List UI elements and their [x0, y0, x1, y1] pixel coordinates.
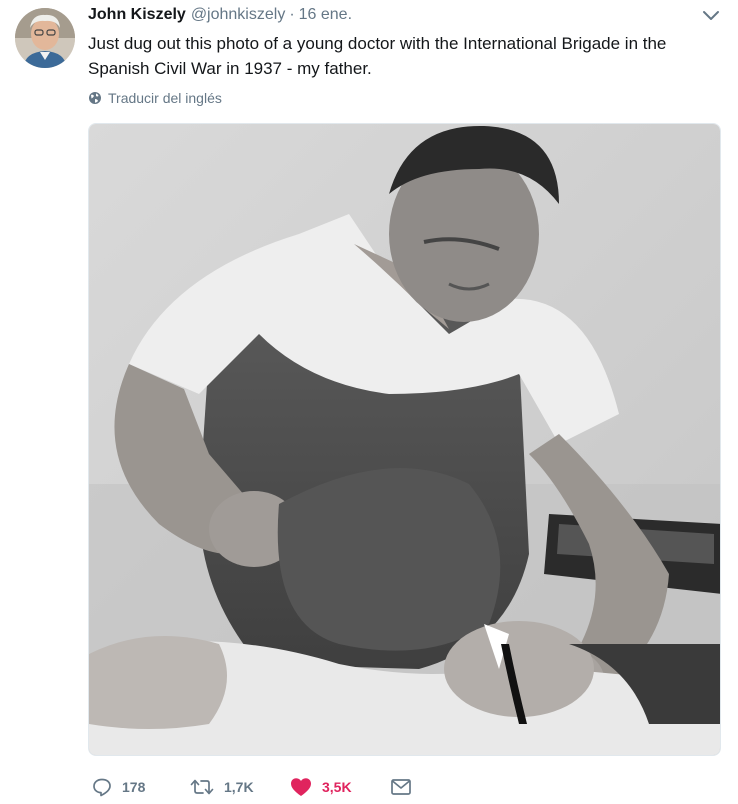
envelope-icon	[391, 779, 411, 795]
translate-label: Traducir del inglés	[108, 90, 222, 106]
chevron-down-icon[interactable]	[700, 8, 722, 24]
retweet-count: 1,7K	[224, 779, 254, 795]
avatar[interactable]	[15, 8, 75, 68]
tweet-header: John Kiszely @johnkiszely · 16 ene.	[88, 6, 352, 28]
tweet-text: Just dug out this photo of a young docto…	[88, 34, 667, 78]
retweet-icon	[190, 779, 214, 795]
globe-icon	[89, 92, 101, 104]
separator-dot: ·	[289, 6, 295, 23]
tweet-photo[interactable]	[88, 123, 721, 756]
author-handle[interactable]: @johnkiszely	[191, 6, 286, 24]
tweet: John Kiszely @johnkiszely · 16 ene. Just…	[0, 0, 738, 804]
reply-count: 178	[122, 779, 146, 795]
retweet-button[interactable]: 1,7K	[190, 772, 254, 802]
like-button[interactable]: 3,5K	[290, 772, 352, 802]
reply-button[interactable]: 178	[92, 772, 145, 802]
heart-icon	[291, 778, 311, 796]
translate-link[interactable]: Traducir del inglés	[88, 90, 222, 106]
author-name[interactable]: John Kiszely	[88, 6, 186, 24]
message-button[interactable]	[390, 772, 422, 802]
tweet-date[interactable]: 16 ene.	[299, 6, 352, 24]
like-count: 3,5K	[322, 779, 352, 795]
tweet-actions: 178 1,7K 3,5K	[88, 772, 728, 802]
reply-icon	[93, 778, 111, 797]
